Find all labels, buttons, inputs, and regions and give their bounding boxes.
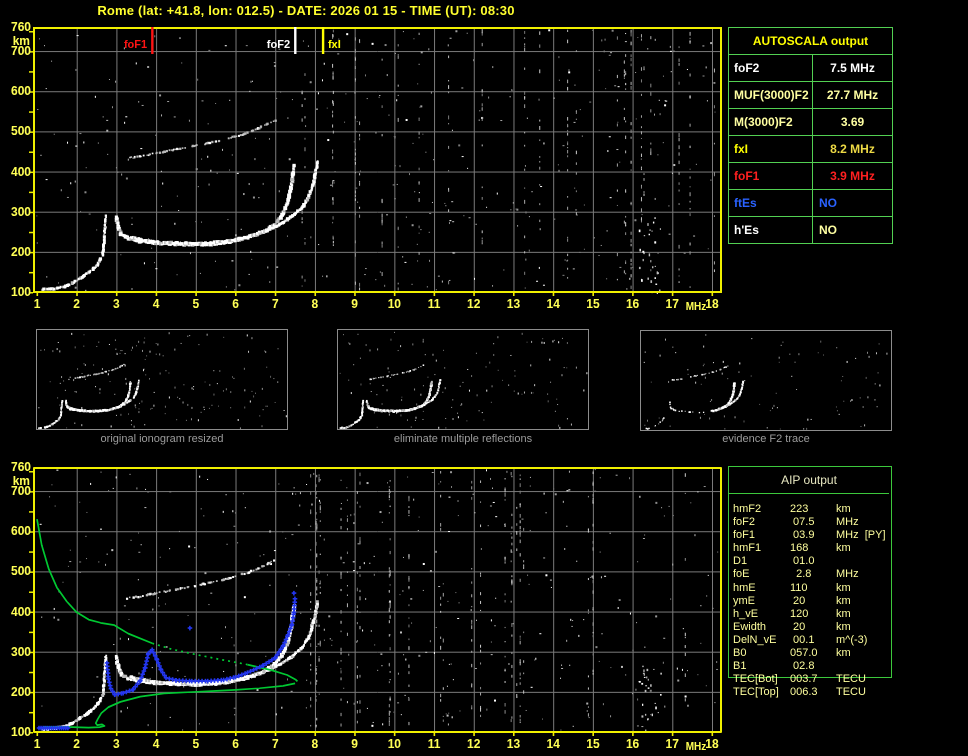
aip-row-value: 20 [790,620,806,633]
thumbnail-eliminate-reflections [337,329,589,430]
thumbnail-evidence-f2-trace [640,330,892,431]
autoscala-row-label: MUF(3000)F2 [729,82,813,108]
aip-row-label: foF2 [733,516,756,529]
autoscala-row-value: 3.9 MHz [830,169,875,183]
aip-row-label: Ewidth [733,620,767,633]
aip-row-label: D1 [733,555,748,568]
top-ionogram-canvas [0,20,735,316]
aip-row-label: hmF2 [733,503,762,515]
autoscala-output-table: AUTOSCALA output foF2 7.5 MHz MUF(3000)F2 2… [728,27,893,244]
aip-row: h_vE 120 km [733,608,963,621]
aip-row: D1 01.0 [733,555,963,568]
aip-row-label: hmE [733,581,756,594]
aip-row-unit: km [836,594,851,607]
aip-row-value: 2.8 [790,568,812,581]
autoscala-row: foF2 7.5 MHz [729,55,892,82]
aip-row-unit: MHz [PY] [836,529,886,542]
aip-row-value: 168 [790,542,809,555]
autoscala-row-value: 7.5 MHz [830,61,875,75]
autoscala-row: fxI 8.2 MHz [729,136,892,163]
autoscala-table-header: AUTOSCALA output [729,28,892,55]
thumbnail-caption-original: original ionogram resized [100,433,224,445]
aip-row-value: 223 [790,503,809,515]
aip-row-label: B0 [733,647,747,660]
aip-row: hmF1 168 km [733,542,963,555]
aip-row-unit: km [836,581,851,594]
aip-row-unit: TECU [836,673,866,686]
autoscala-row: ftEs NO [729,190,892,217]
autoscala-row-label: foF1 [729,163,813,189]
thumbnail-caption-eliminate: eliminate multiple reflections [393,433,533,445]
aip-row-label: foF1 [733,529,756,542]
aip-row-label: DelN_vE [733,633,777,646]
aip-row-value: 03.9 [790,529,815,542]
aip-row-value: 006.3 [790,686,818,699]
aip-row-unit: MHz [836,516,859,529]
aip-row-unit: km [836,620,851,633]
thumbnail-original-ionogram [36,329,288,430]
autoscala-row-value: NO [819,223,837,237]
aip-row: hmE 110 km [733,582,963,595]
aip-row-label: foE [733,568,750,581]
aip-row-value: 20 [790,594,806,607]
aip-row-label: TEC[Top] [733,686,779,699]
aip-row-label: ymE [733,594,755,607]
bottom-ionogram-canvas [0,460,735,756]
aip-row-unit: km [836,542,851,555]
aip-row-label: h_vE [733,607,759,620]
aip-row: foF1 03.9 MHz [PY] [733,529,963,542]
aip-table-rows: hmF2 223 km foF2 07.5 MHz foF1 03.9 MHz [PY] hm… [733,503,963,699]
autoscala-row-value: 27.7 MHz [826,88,879,102]
aip-row-unit: MHz [836,568,859,581]
aip-row: DelN_vE 00.1 m^(-3) [733,634,963,647]
autoscala-row-label: h'Es [729,217,813,243]
station-date-title: Rome (lat: +41.8, lon: 012.5) - DATE: 20… [97,3,515,18]
autoscala-row-value: 3.69 [840,115,865,129]
autoscala-row: MUF(3000)F2 27.7 MHz [729,82,892,109]
aip-row: foF2 07.5 MHz [733,516,963,529]
autoscala-row-label: foF2 [729,55,813,81]
aip-row: TEC[Top] 006.3 TECU [733,686,963,699]
aip-row-value: 057.0 [790,647,818,660]
aip-row: foE 2.8 MHz [733,568,963,581]
aip-row-value: 01.0 [790,555,815,568]
aip-table-header: AIP output [729,467,889,494]
aip-row-label: TEC[Bot] [733,673,778,686]
aip-row: Ewidth 20 km [733,621,963,634]
autoscala-row-label: fxI [729,136,813,162]
aip-row: TEC[Bot] 003.7 TECU [733,673,963,686]
autoscala-row: foF1 3.9 MHz [729,163,892,190]
aip-row-value: 02.8 [790,660,815,673]
aip-row-value: 110 [790,581,808,594]
aip-row-label: hmF1 [733,542,762,555]
aip-row-unit: m^(-3) [836,633,868,646]
autoscala-row-label: ftEs [729,190,813,216]
aip-row-unit: TECU [836,686,866,699]
autoscala-row-label: M(3000)F2 [729,109,813,135]
autoscala-row: h'Es NO [729,217,892,243]
aip-row-label: B1 [733,660,747,673]
aip-row-unit: km [836,647,851,660]
aip-row-unit: km [836,503,851,515]
aip-row-value: 07.5 [790,516,815,529]
aip-row-value: 003.7 [790,673,818,686]
aip-row: ymE 20 km [733,595,963,608]
autoscala-row: M(3000)F2 3.69 [729,109,892,136]
autoscala-row-value: 8.2 MHz [830,142,875,156]
aip-row-unit: km [836,607,851,620]
aip-row: B0 057.0 km [733,647,963,660]
autoscala-screen: { "title": "Rome (lat: +41.8, lon: 012.5… [0,0,968,756]
thumbnail-caption-evidence: evidence F2 trace [722,433,810,445]
aip-row-value: 00.1 [790,633,815,646]
aip-row-value: 120 [790,607,809,620]
aip-row: B1 02.8 [733,660,963,673]
aip-row: hmF2 223 km [733,503,963,516]
autoscala-row-value: NO [819,196,837,210]
autoscala-table-rows: foF2 7.5 MHz MUF(3000)F2 27.7 MHz M(3000)F2 3… [729,55,892,243]
